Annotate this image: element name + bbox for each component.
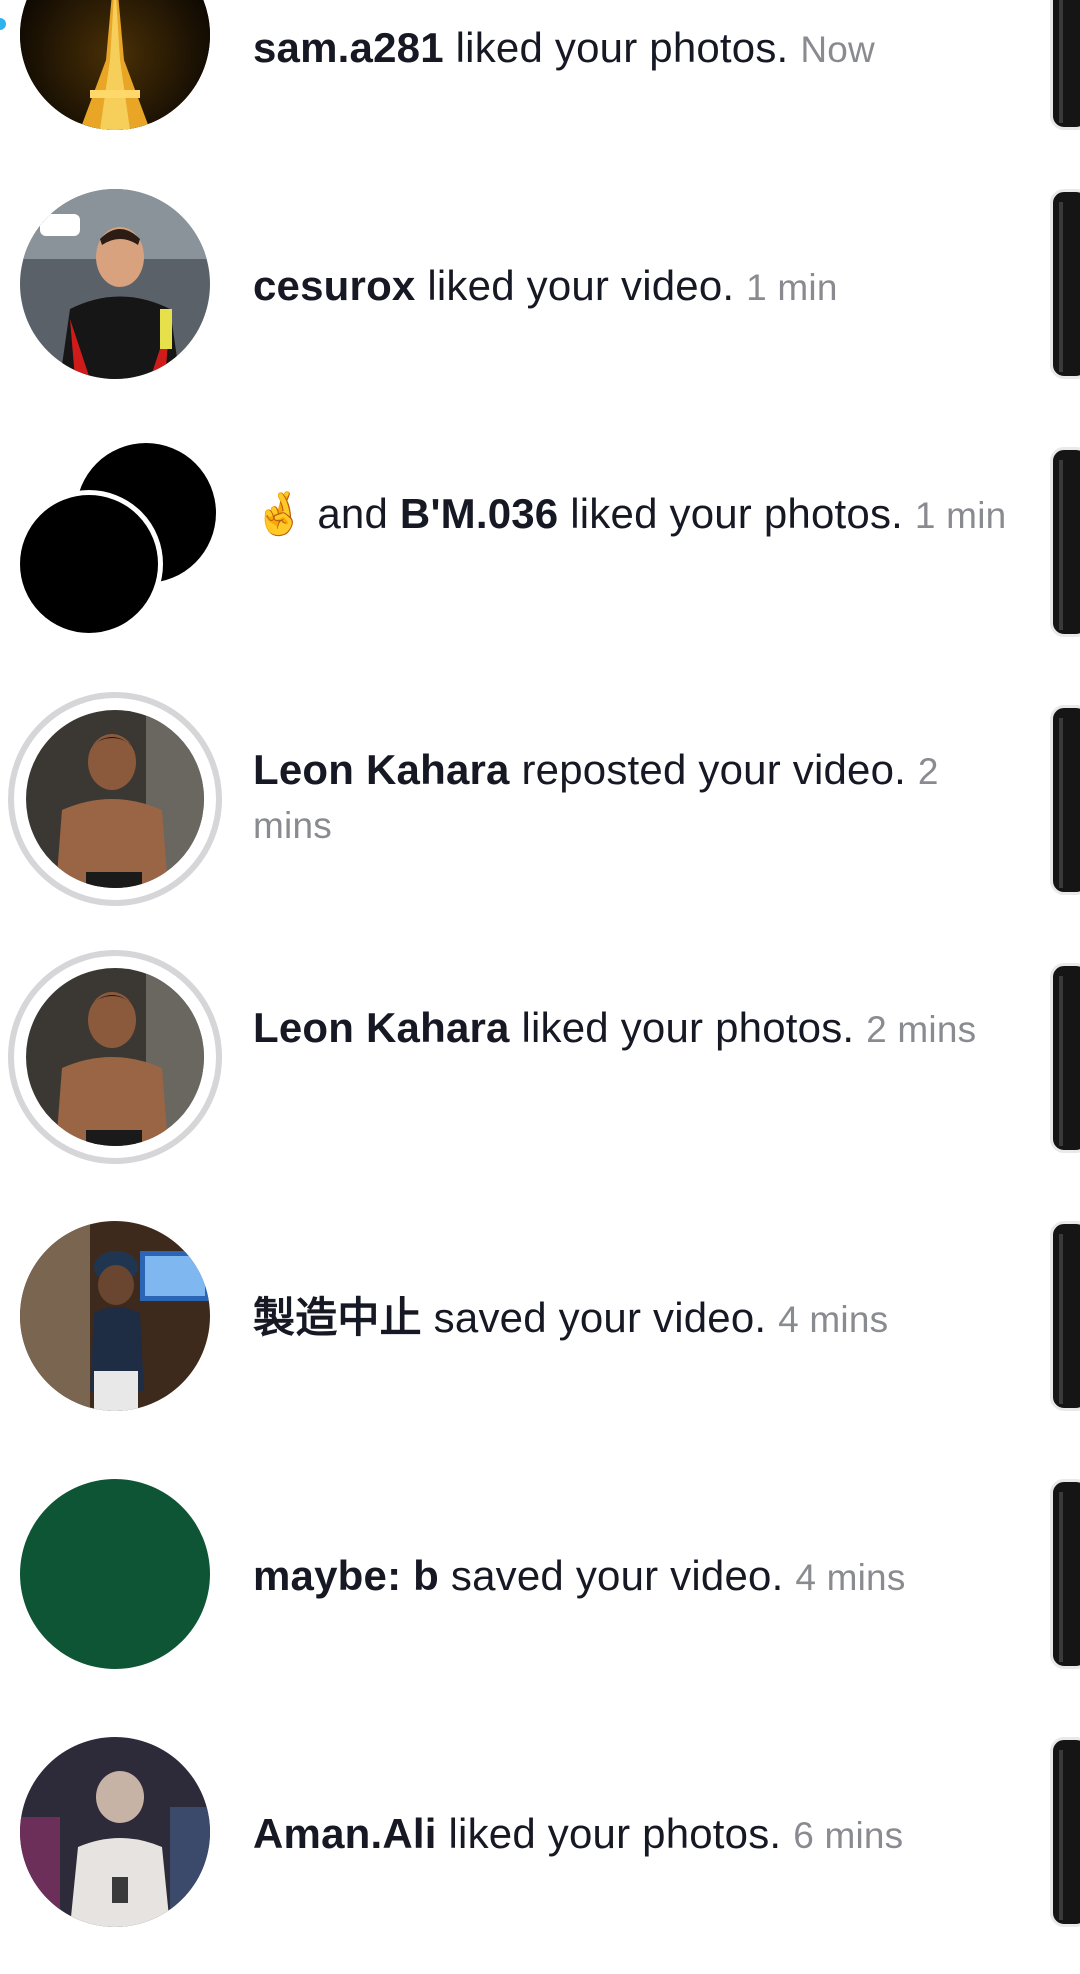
action-text: saved your video.: [439, 1552, 784, 1599]
notification-list: sam.a281 liked your photos. Now cesurox …: [0, 0, 1080, 1927]
emoji-user[interactable]: 🤞: [253, 490, 306, 537]
list-item[interactable]: 🤞 and B'M.036 liked your photos. 1 min: [0, 426, 1080, 684]
notification-text: Aman.Ali liked your photos. 6 mins: [253, 1808, 1013, 1862]
timestamp: 4 mins: [795, 1557, 906, 1598]
username[interactable]: Aman.Ali: [253, 1810, 437, 1857]
post-thumbnail[interactable]: [1050, 1221, 1080, 1411]
avatar[interactable]: [20, 1737, 210, 1927]
timestamp: 1 min: [914, 495, 1007, 536]
timestamp: 4 mins: [778, 1299, 889, 1340]
avatar[interactable]: [20, 1221, 210, 1411]
avatar-group[interactable]: [15, 443, 220, 643]
timestamp: Now: [800, 29, 875, 70]
avatar[interactable]: [20, 189, 210, 379]
post-thumbnail[interactable]: [1050, 0, 1080, 130]
avatar-front: [15, 490, 163, 638]
list-item[interactable]: Leon Kahara liked your photos. 2 mins: [0, 942, 1080, 1200]
post-thumbnail[interactable]: [1050, 705, 1080, 895]
action-text: liked your photos.: [436, 1810, 782, 1857]
list-item[interactable]: 製造中止 saved your video. 4 mins: [0, 1200, 1080, 1458]
action-text: liked your video.: [415, 262, 735, 309]
list-item[interactable]: sam.a281 liked your photos. Now: [0, 0, 1080, 168]
avatar[interactable]: [20, 0, 210, 130]
avatar[interactable]: [8, 950, 222, 1164]
shirtless-man-photo-icon: [26, 968, 204, 1146]
avatar-photo: [26, 968, 204, 1146]
notification-text: Leon Kahara liked your photos. 2 mins: [253, 1002, 1013, 1056]
notification-text: cesurox liked your video. 1 min: [253, 260, 1013, 314]
action-text: liked your photos.: [443, 24, 789, 71]
timestamp: 1 min: [746, 267, 838, 308]
action-text: saved your video.: [421, 1294, 767, 1341]
username[interactable]: cesurox: [253, 262, 416, 309]
post-thumbnail[interactable]: [1050, 1479, 1080, 1669]
username[interactable]: Leon Kahara: [253, 746, 510, 793]
post-thumbnail[interactable]: [1050, 1737, 1080, 1927]
timestamp: 2 mins: [866, 1009, 977, 1050]
eiffel-tower-photo-icon: [20, 0, 210, 130]
post-thumbnail[interactable]: [1050, 447, 1080, 637]
shirtless-man-photo-icon: [26, 710, 204, 888]
post-thumbnail[interactable]: [1050, 963, 1080, 1153]
username[interactable]: Leon Kahara: [253, 1004, 510, 1051]
avatar-photo: [26, 710, 204, 888]
username[interactable]: 製造中止: [253, 1293, 422, 1342]
notification-text: 製造中止 saved your video. 4 mins: [253, 1292, 1013, 1346]
username[interactable]: maybe: b: [253, 1552, 439, 1599]
list-item[interactable]: Aman.Ali liked your photos. 6 mins: [0, 1716, 1080, 1974]
list-item[interactable]: cesurox liked your video. 1 min: [0, 168, 1080, 426]
toddler-photo-icon: [20, 1221, 210, 1411]
notification-text: sam.a281 liked your photos. Now: [253, 22, 1013, 76]
notification-text: maybe: b saved your video. 4 mins: [253, 1550, 1013, 1604]
unread-dot: [0, 18, 6, 30]
post-thumbnail[interactable]: [1050, 189, 1080, 379]
notification-text: 🤞 and B'M.036 liked your photos. 1 min: [253, 488, 1013, 542]
person-blurred-photo-icon: [20, 1737, 210, 1927]
list-item[interactable]: Leon Kahara reposted your video. 2 mins: [0, 684, 1080, 942]
avatar[interactable]: [8, 692, 222, 906]
action-text: liked your photos.: [509, 1004, 855, 1051]
notification-text: Leon Kahara reposted your video. 2 mins: [253, 744, 1013, 852]
list-item[interactable]: maybe: b saved your video. 4 mins: [0, 1458, 1080, 1716]
action-text: and: [305, 490, 400, 537]
username[interactable]: sam.a281: [253, 24, 444, 71]
avatar[interactable]: [20, 1479, 210, 1669]
action-text: liked your photos.: [558, 490, 904, 537]
timestamp: 6 mins: [793, 1815, 904, 1856]
username[interactable]: B'M.036: [400, 490, 558, 537]
football-player-photo-icon: [20, 189, 210, 379]
action-text: reposted your video.: [509, 746, 907, 793]
